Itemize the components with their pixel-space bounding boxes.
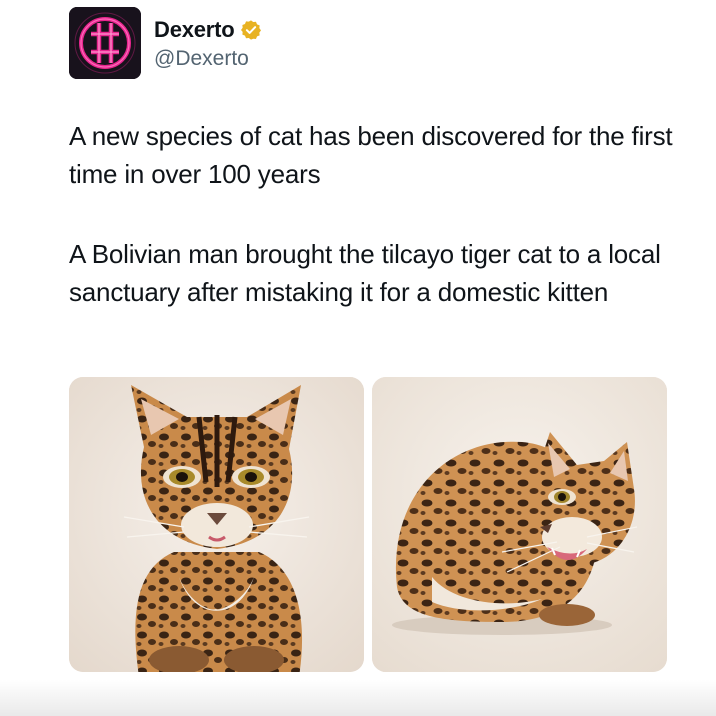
media-photo-2[interactable] <box>372 377 667 672</box>
verified-badge-icon <box>240 19 262 41</box>
media-grid <box>69 377 667 672</box>
author-name-row[interactable]: Dexerto <box>154 15 262 45</box>
tweet-card: Dexerto @Dexerto A new species of cat ha… <box>0 0 716 716</box>
tweet-text-paragraph-2: A Bolivian man brought the tilcayo tiger… <box>69 239 661 307</box>
author-handle[interactable]: @Dexerto <box>154 47 249 71</box>
author-display-name[interactable]: Dexerto <box>154 17 235 43</box>
tweet-text-paragraph-1: A new species of cat has been discovered… <box>69 121 673 189</box>
bottom-fade <box>0 680 716 716</box>
dexerto-logo-icon <box>69 7 141 79</box>
author-avatar[interactable] <box>69 7 141 79</box>
media-photo-1[interactable] <box>69 377 364 672</box>
